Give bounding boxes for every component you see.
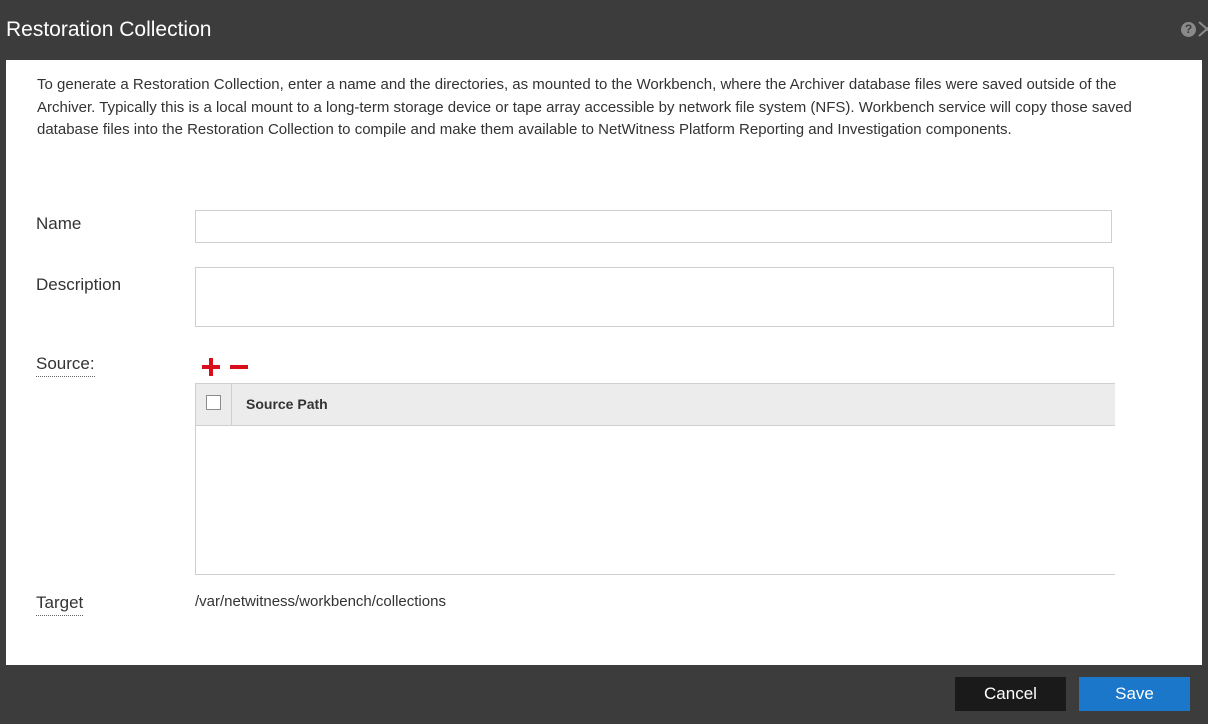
name-input[interactable]: [195, 210, 1112, 243]
remove-source-button[interactable]: [230, 358, 248, 376]
cancel-button[interactable]: Cancel: [955, 677, 1066, 711]
dialog-border-right: [1202, 60, 1208, 665]
dialog-titlebar: Restoration Collection ?: [0, 0, 1208, 60]
help-icon[interactable]: ?: [1181, 22, 1196, 37]
target-label: Target: [36, 593, 84, 616]
grid-column-divider: [231, 384, 232, 425]
description-input[interactable]: [195, 267, 1114, 327]
select-all-checkbox[interactable]: [206, 395, 221, 410]
restoration-collection-dialog: Restoration Collection ? To generate a R…: [0, 0, 1208, 724]
source-path-column-header[interactable]: Source Path: [246, 396, 328, 412]
plus-icon-stem: [209, 358, 213, 376]
target-path-value: /var/netwitness/workbench/collections: [195, 593, 446, 610]
minus-icon-bar: [230, 365, 248, 369]
source-path-grid: Source Path: [195, 383, 1115, 575]
save-button[interactable]: Save: [1079, 677, 1190, 711]
source-label: Source:: [36, 354, 95, 377]
dialog-footer: Cancel Save: [0, 665, 1208, 724]
source-label-text: Source:: [36, 354, 95, 377]
name-label: Name: [36, 214, 82, 233]
close-icon[interactable]: [1197, 17, 1208, 41]
add-source-button[interactable]: [202, 358, 220, 376]
target-label-text: Target: [36, 593, 84, 616]
dialog-border-left: [0, 60, 6, 665]
dialog-title: Restoration Collection: [6, 18, 212, 41]
grid-header: Source Path: [196, 384, 1115, 426]
intro-text: To generate a Restoration Collection, en…: [37, 76, 1132, 138]
description-label: Description: [36, 275, 122, 294]
